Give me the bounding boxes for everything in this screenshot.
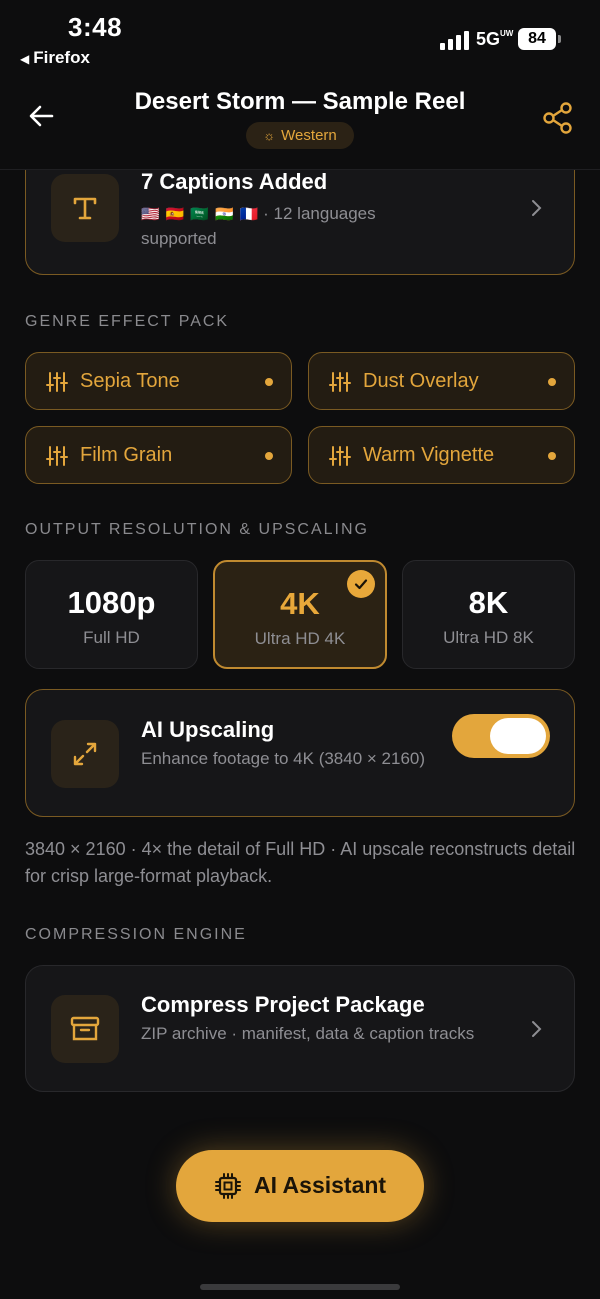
resolution-value: 4K [280,586,320,621]
back-triangle-icon: ◀ [20,52,30,66]
flag-in: 🇮🇳 [215,206,234,223]
effect-label: Warm Vignette [363,444,495,466]
captions-languages: 🇺🇸 🇪🇸 🇸🇦 🇮🇳 🇫🇷 · 12 languages supported [141,202,441,251]
sliders-icon [46,446,68,466]
page-title: Desert Storm — Sample Reel [134,88,466,115]
resolution-option-4k[interactable]: 4K Ultra HD 4K [213,560,387,669]
toggle-knob [490,718,546,754]
genre-badge: ☼ Western [246,122,354,149]
supported-label: supported [141,229,217,248]
effect-chip-warm-vignette[interactable]: Warm Vignette [308,426,575,484]
compress-title: Compress Project Package [141,992,425,1017]
sun-icon: ☼ [263,128,276,143]
resolution-option-1080p[interactable]: 1080p Full HD [25,560,198,669]
sliders-icon [46,372,68,392]
resolution-section-label: OUTPUT RESOLUTION & UPSCALING [25,521,369,538]
sliders-icon [329,372,351,392]
cpu-icon [215,1173,241,1199]
flag-us: 🇺🇸 [141,206,160,223]
expand-icon [51,720,119,788]
effects-section-label: GENRE EFFECT PACK [25,313,230,330]
back-app-label: Firefox [33,48,90,67]
effect-chip-film-grain[interactable]: Film Grain [25,426,292,484]
status-bar: 3:48 ◀ Firefox 5GUW 84 [0,0,600,80]
active-dot [265,452,273,460]
resolution-option-8k[interactable]: 8K Ultra HD 8K [402,560,575,669]
network-sup: UW [500,29,514,38]
home-indicator [200,1284,400,1290]
network-label: 5G [476,29,501,49]
active-dot [265,378,273,386]
status-time: 3:48 [68,12,123,42]
resolution-value: 8K [468,585,509,620]
resolution-desc: Full HD [83,628,140,647]
resolution-value: 1080p [67,585,156,620]
battery-icon: 84 [518,28,561,50]
back-to-app-link[interactable]: ◀ Firefox [20,48,90,68]
effect-chip-dust-overlay[interactable]: Dust Overlay [308,352,575,410]
share-icon[interactable] [540,100,576,136]
effect-label: Film Grain [80,444,173,466]
active-dot [548,452,556,460]
upscaling-note: 3840 × 2160 · 4× the detail of Full HD ·… [25,839,576,886]
languages-count: · 12 languages [258,204,376,223]
ai-assistant-label: AI Assistant [254,1172,387,1198]
flag-es: 🇪🇸 [165,206,185,223]
header-bar: Desert Storm — Sample Reel ☼ Western [0,80,600,170]
archive-icon [51,995,119,1063]
compress-subtitle: ZIP archive · manifest, data & caption t… [141,1024,475,1043]
resolution-desc: Ultra HD 4K [254,629,346,648]
genre-label: Western [281,127,337,144]
chevron-right-icon [532,1021,542,1037]
effect-label: Sepia Tone [80,370,180,392]
flag-sa: 🇸🇦 [190,206,210,223]
text-icon [51,174,119,242]
flag-fr: 🇫🇷 [239,206,259,223]
upscaling-title: AI Upscaling [141,717,275,742]
effect-label: Dust Overlay [363,370,479,392]
compress-package-card[interactable]: Compress Project Package ZIP archive · m… [25,965,575,1092]
chevron-right-icon [532,200,542,216]
network-indicator: 5GUW [476,29,514,50]
compression-section-label: COMPRESSION ENGINE [25,926,247,943]
resolution-desc: Ultra HD 8K [443,628,534,647]
sliders-icon [329,446,351,466]
ai-upscaling-toggle[interactable] [452,714,550,758]
effect-chip-sepia-tone[interactable]: Sepia Tone [25,352,292,410]
active-dot [548,378,556,386]
signal-icon [440,30,470,50]
ai-assistant-button[interactable]: AI Assistant [176,1150,424,1222]
captions-title: 7 Captions Added [141,169,328,194]
upscaling-subtitle: Enhance footage to 4K (3840 × 2160) [141,749,426,768]
